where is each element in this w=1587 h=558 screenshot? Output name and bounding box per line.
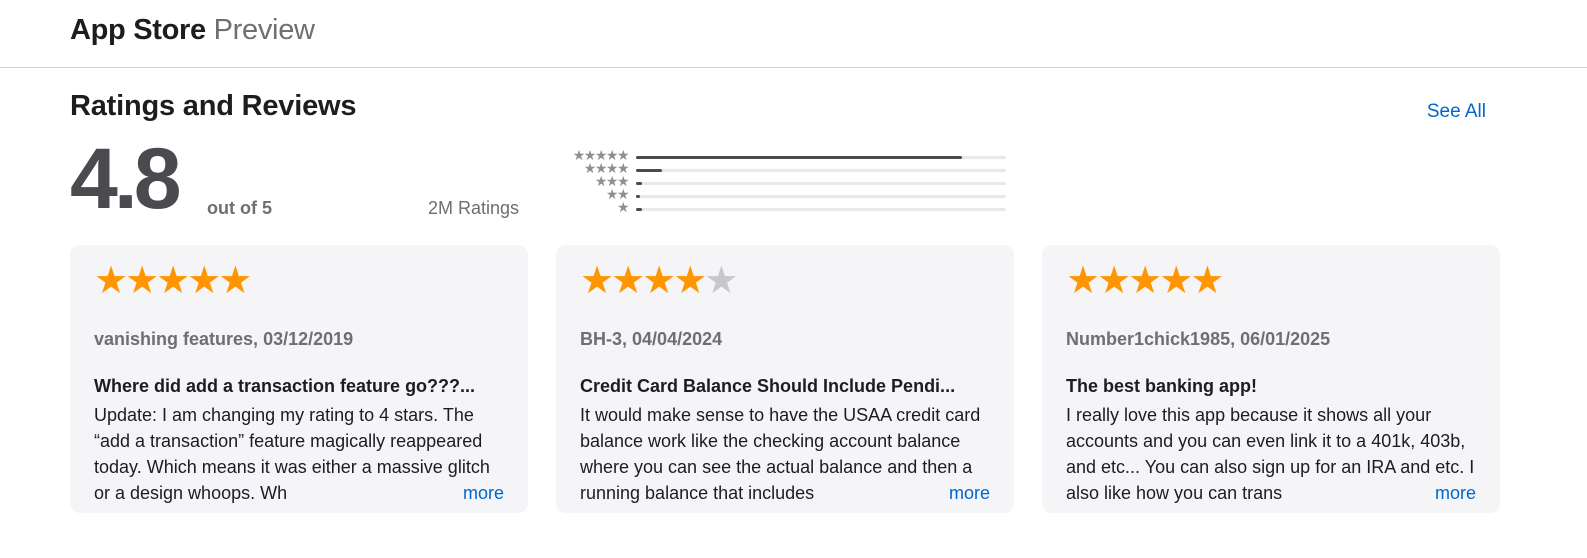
review-card: ★★★★★ Number1chick1985, 06/01/2025 The b… [1042,245,1500,513]
star-filled-icon: ★ [94,260,128,302]
review-body-wrap: Update: I am changing my rating to 4 sta… [94,402,504,506]
rating-scale: out of 5 [207,198,272,218]
review-author: Number1chick1985 [1066,329,1231,349]
histogram-track [636,195,1006,198]
histogram-track [636,182,1006,185]
top-bar: App Store Preview [0,0,1587,68]
star-filled-icon: ★ [156,260,190,302]
star-filled-icon: ★ [1190,260,1224,302]
histogram-fill [636,208,642,211]
review-stars: ★★★★★ [580,261,990,301]
review-meta: vanishing features, 03/12/2019 [94,329,354,349]
see-all-link[interactable]: See All [1427,101,1486,123]
more-link[interactable]: more [414,480,504,506]
histogram-track [636,208,1006,211]
review-title: The best banking app! [1066,376,1258,396]
star-empty-icon: ★ [704,260,738,302]
histogram-row-1: ★ [548,199,1018,215]
star-filled-icon: ★ [1066,260,1100,302]
histogram-fill [636,156,962,159]
review-stars: ★★★★★ [1066,261,1476,301]
star-filled-icon: ★ [1097,260,1131,302]
histogram-fill [636,195,640,198]
star-filled-icon: ★ [673,260,707,302]
average-rating: 4.8 [70,131,182,227]
review-body-wrap: I really love this app because it shows … [1066,402,1476,506]
review-stars: ★★★★★ [94,261,504,301]
more-link[interactable]: more [900,480,990,506]
review-author: vanishing features [94,329,254,349]
ratings-count: 2M Ratings [428,198,520,218]
review-meta: Number1chick1985, 06/01/2025 [1066,329,1331,349]
histogram-stars-icon: ★ [616,199,630,215]
star-filled-icon: ★ [580,260,614,302]
star-filled-icon: ★ [642,260,676,302]
histogram-fill [636,169,662,172]
star-filled-icon: ★ [125,260,159,302]
section-title: Ratings and Reviews [70,90,357,122]
star-filled-icon: ★ [187,260,221,302]
brand-secondary: Preview [213,14,315,46]
star-filled-icon: ★ [1159,260,1193,302]
review-body-wrap: It would make sense to have the USAA cre… [580,402,990,506]
brand-logo[interactable]: App Store Preview [70,14,315,47]
review-card: ★★★★★ vanishing features, 03/12/2019 Whe… [70,245,528,513]
rating-histogram: ★★★★★ ★★★★ ★★★ ★★ ★ [548,147,1018,215]
review-date: 06/01/2025 [1240,329,1331,349]
star-filled-icon: ★ [611,260,645,302]
review-date: 03/12/2019 [263,329,354,349]
review-date: 04/04/2024 [632,329,723,349]
brand-primary: App Store [70,14,206,46]
star-filled-icon: ★ [1128,260,1162,302]
review-title: Where did add a transaction feature go??… [94,376,476,396]
histogram-track [636,169,1006,172]
review-meta: BH-3, 04/04/2024 [580,329,723,349]
histogram-fill [636,182,642,185]
more-link[interactable]: more [1386,480,1476,506]
star-filled-icon: ★ [218,260,252,302]
review-author: BH-3 [580,329,623,349]
histogram-track [636,156,1006,159]
review-title: Credit Card Balance Should Include Pendi… [580,376,956,396]
review-card: ★★★★★ BH-3, 04/04/2024 Credit Card Balan… [556,245,1014,513]
